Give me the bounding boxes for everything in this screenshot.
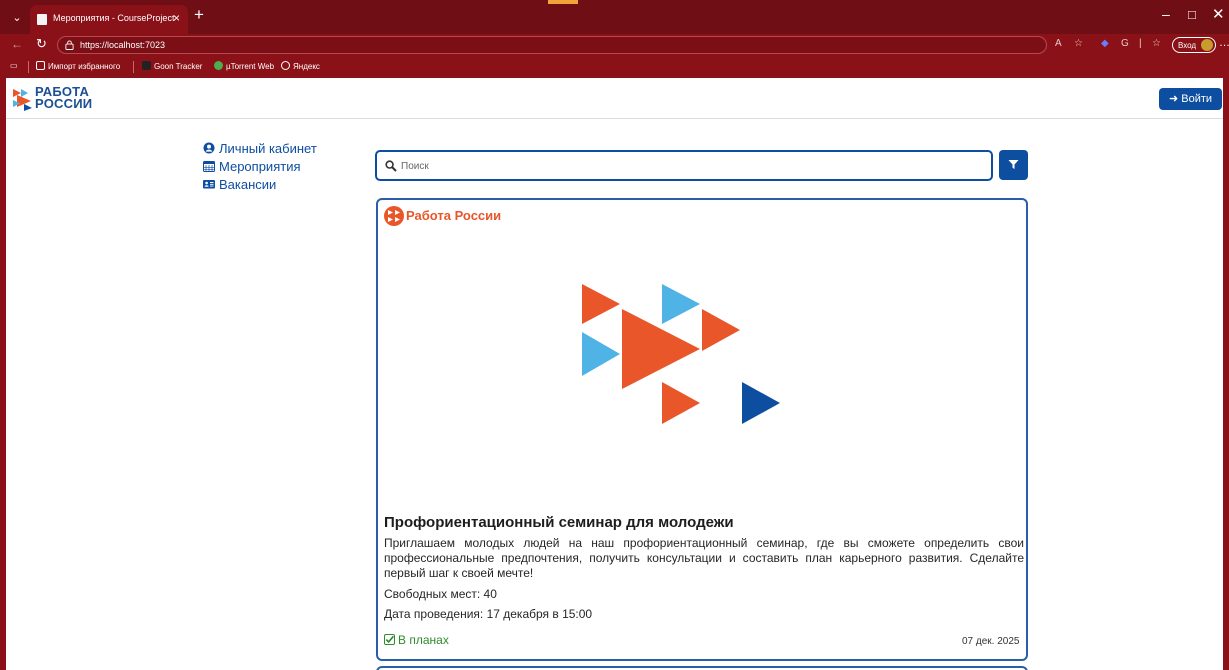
- url-field[interactable]: https://localhost:7023: [57, 36, 1047, 54]
- event-title[interactable]: Профориентационный семинар для молодежи: [384, 514, 734, 531]
- bookmark-utorrent[interactable]: µTorrent Web: [214, 61, 274, 71]
- site-header: РАБОТА РОССИИ ➜ Войти: [6, 78, 1223, 119]
- search-box: [375, 150, 993, 181]
- bookmark-import[interactable]: Импорт избранного: [36, 61, 120, 71]
- filter-icon: [1008, 160, 1019, 169]
- bookmark-label: Импорт избранного: [48, 62, 121, 71]
- checkbox-checked-icon: [384, 634, 395, 645]
- rabota-rossii-brand-icon: [384, 206, 404, 226]
- search-icon: [385, 160, 397, 172]
- event-card-next[interactable]: [376, 666, 1028, 670]
- sidebar-item-label: Вакансии: [219, 177, 277, 192]
- bookmark-label: µTorrent Web: [226, 62, 275, 71]
- event-image-logo: [582, 284, 780, 424]
- event-posted-date: 07 дек. 2025: [962, 636, 1020, 647]
- search-input[interactable]: [401, 158, 981, 175]
- window-maximize-button[interactable]: □: [1188, 7, 1196, 22]
- bookmarks-toggle-icon[interactable]: ▭: [10, 61, 18, 70]
- browser-menu-icon[interactable]: …: [1219, 37, 1229, 49]
- tab-close-icon[interactable]: ×: [173, 11, 180, 25]
- back-arrow-icon[interactable]: ←: [11, 37, 23, 51]
- sidebar-item-profile[interactable]: Личный кабинет: [203, 140, 317, 158]
- utorrent-icon: [214, 61, 223, 70]
- event-description: Приглашаем молодых людей на наш профорие…: [384, 536, 1024, 580]
- favorite-star-icon[interactable]: ☆: [1074, 38, 1083, 49]
- split-screen-icon[interactable]: |: [1139, 38, 1142, 49]
- bookmarks-divider: [133, 61, 134, 73]
- profile-label: Вход: [1178, 41, 1197, 50]
- sign-in-icon: ➜: [1168, 93, 1179, 105]
- browser-profile-button[interactable]: Вход: [1172, 37, 1216, 53]
- window-minimize-button[interactable]: –: [1162, 6, 1170, 22]
- event-status-toggle[interactable]: В планах: [384, 633, 449, 647]
- calendar-icon: [203, 161, 215, 172]
- filter-button[interactable]: [999, 150, 1028, 180]
- bookmarks-divider: [28, 61, 29, 73]
- profile-avatar: [1201, 39, 1213, 51]
- lock-icon: [65, 40, 74, 50]
- tab-title: Мероприятия - CourseProject: [53, 13, 175, 23]
- globe-icon: [281, 61, 290, 70]
- event-status-label: В планах: [398, 633, 449, 647]
- bookmark-label: Яндекс: [293, 62, 320, 71]
- bookmark-goon-tracker[interactable]: Goon Tracker: [142, 61, 202, 71]
- browser-tab-strip: ⌄ Мероприятия - CourseProject × + – □ ✕: [0, 0, 1229, 34]
- sidebar-item-label: Личный кабинет: [219, 141, 317, 156]
- login-button[interactable]: ➜ Войти: [1159, 88, 1222, 110]
- event-date: Дата проведения: 17 декабря в 15:00: [384, 607, 593, 621]
- address-bar-row: ← ↻ https://localhost:7023 A ☆ ◆ G | ☆ В…: [0, 34, 1229, 56]
- tab-strip-accent: [548, 0, 578, 4]
- browser-extension-icon[interactable]: G: [1121, 38, 1129, 49]
- event-free-seats: Свободных мест: 40: [384, 587, 497, 601]
- sidebar-item-events[interactable]: Мероприятия: [203, 158, 317, 176]
- event-card[interactable]: Работа России Профориентационный семинар…: [376, 198, 1028, 661]
- reload-icon[interactable]: ↻: [36, 36, 47, 52]
- tab-actions-icon[interactable]: ⌄: [10, 11, 24, 25]
- logo-line-2: РОССИИ: [35, 96, 93, 111]
- window-close-button[interactable]: ✕: [1212, 5, 1225, 23]
- user-circle-icon: [203, 142, 215, 154]
- extension-icon[interactable]: ◆: [1101, 38, 1109, 49]
- bookmark-label: Goon Tracker: [154, 62, 203, 71]
- site-logo-text[interactable]: РАБОТА РОССИИ: [35, 85, 93, 111]
- rabota-rossii-logo-icon[interactable]: [12, 87, 34, 111]
- read-aloud-icon[interactable]: A: [1055, 38, 1062, 49]
- goon-tracker-icon: [142, 61, 151, 70]
- new-tab-icon[interactable]: +: [194, 5, 204, 25]
- id-card-icon: [203, 180, 215, 189]
- favorites-bar-icon[interactable]: ☆: [1152, 38, 1161, 49]
- sidebar-item-label: Мероприятия: [219, 159, 301, 174]
- folder-icon: [36, 61, 45, 70]
- event-organizer: Работа России: [406, 208, 502, 223]
- bookmarks-bar: ▭ Импорт избранного Goon Tracker µTorren…: [0, 56, 1229, 78]
- sidebar-nav: Личный кабинет Мероприятия Вакансии: [203, 140, 317, 194]
- bookmark-yandex[interactable]: Яндекс: [281, 61, 320, 71]
- web-page: РАБОТА РОССИИ ➜ Войти Личный кабинет Мер…: [6, 78, 1223, 670]
- login-button-label: Войти: [1181, 93, 1213, 105]
- page-favicon-icon: [37, 14, 47, 25]
- window-border-right: [1223, 78, 1229, 670]
- browser-tab[interactable]: Мероприятия - CourseProject ×: [30, 5, 188, 34]
- url-text: https://localhost:7023: [80, 40, 166, 50]
- sidebar-item-vacancies[interactable]: Вакансии: [203, 176, 317, 194]
